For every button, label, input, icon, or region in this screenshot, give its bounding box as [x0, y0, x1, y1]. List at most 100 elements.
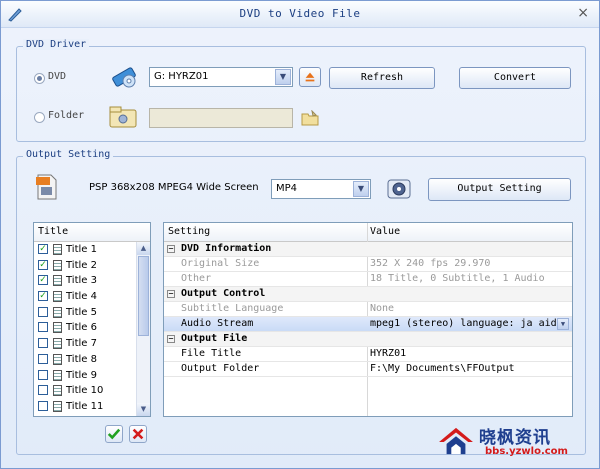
grid-row-output-folder[interactable]: Output Folder F:\My Documents\FFOutput [164, 362, 572, 377]
dvd-radio[interactable] [34, 73, 45, 84]
list-item[interactable]: Title 7 [34, 336, 150, 352]
dvd-driver-legend: DVD Driver [23, 39, 90, 50]
uncheck-all-button[interactable] [129, 425, 147, 443]
checkbox[interactable] [38, 353, 48, 364]
title-doc-icon [53, 369, 62, 381]
grid-category-dvd-information[interactable]: − DVD Information [164, 242, 572, 257]
mp4-file-icon [36, 174, 57, 200]
title-list-scrollbar[interactable]: ▲ ▼ [136, 242, 150, 416]
title-list[interactable]: Title ✓ Title 1 ✓ Title 2 ✓ Title 3 ✓ Title 4 Ti… [33, 222, 151, 417]
grid-row-original-size: Original Size 352 X 240 fps 29.970 [164, 257, 572, 272]
title-doc-icon [53, 353, 62, 365]
list-item[interactable]: Title 9 [34, 368, 150, 384]
scroll-down-icon[interactable]: ▼ [137, 403, 150, 416]
list-item-label: Title 1 [66, 244, 97, 255]
grid-key: Output Folder [181, 363, 260, 374]
dvd-to-video-window: DVD to Video File × DVD Driver DVD G: HY… [0, 0, 600, 469]
folder-radio[interactable] [34, 112, 45, 123]
list-item[interactable]: ✓ Title 4 [34, 289, 150, 305]
collapse-icon[interactable]: − [167, 290, 175, 298]
chevron-down-icon[interactable]: ▼ [353, 181, 369, 197]
list-item[interactable]: Title 10 [34, 383, 150, 399]
folder-path-field[interactable] [149, 108, 293, 128]
collapse-icon[interactable]: − [167, 245, 175, 253]
checkbox[interactable] [38, 369, 48, 380]
title-doc-icon [53, 385, 62, 397]
list-item-label: Title 9 [66, 369, 97, 381]
grid-category-label: Output File [181, 333, 248, 344]
grid-category-output-file[interactable]: − Output File [164, 332, 572, 347]
settings-gear-icon[interactable] [386, 177, 412, 201]
title-doc-icon [53, 259, 62, 271]
checkbox[interactable] [38, 322, 48, 333]
format-select[interactable]: MP4 ▼ [271, 179, 371, 199]
drive-select-value: G: HYRZ01 [154, 71, 209, 82]
title-doc-icon [53, 244, 62, 255]
list-item[interactable]: Title 6 [34, 320, 150, 336]
close-icon[interactable]: × [577, 5, 589, 21]
grid-category-label: DVD Information [181, 243, 272, 254]
grid-category-label: Output Control [181, 288, 266, 299]
grid-row-audio-stream[interactable]: Audio Stream mpeg1 (stereo) language: ja… [164, 317, 572, 343]
title-doc-icon [53, 338, 62, 350]
output-setting-button[interactable]: Output Setting [428, 178, 571, 201]
grid-header: Setting Value [164, 223, 572, 242]
list-item[interactable]: Title 11 [34, 399, 150, 415]
grid-key: Other [181, 273, 212, 284]
list-item-label: Title 10 [66, 385, 104, 397]
refresh-button[interactable]: Refresh [329, 67, 435, 89]
list-item[interactable]: Title 8 [34, 352, 150, 368]
checkbox-checked[interactable]: ✓ [38, 259, 48, 270]
list-item[interactable]: ✓ Title 3 [34, 273, 150, 289]
grid-col-value: Value [370, 226, 401, 237]
grid-row-subtitle-language[interactable]: Subtitle Language None [164, 302, 572, 317]
chevron-down-icon[interactable]: ▼ [275, 69, 291, 85]
list-item-label: Title 5 [66, 306, 97, 318]
list-item-label: Title 11 [66, 400, 104, 412]
collapse-icon[interactable]: − [167, 335, 175, 343]
checkbox-checked[interactable]: ✓ [38, 275, 48, 286]
browse-folder-icon[interactable] [301, 110, 319, 126]
list-item[interactable]: ✓ Title 2 [34, 258, 150, 274]
title-doc-icon [53, 322, 62, 334]
list-item-label: Title 6 [66, 322, 97, 334]
checkbox-checked[interactable]: ✓ [38, 291, 48, 302]
title-doc-icon [53, 306, 62, 318]
output-setting-legend: Output Setting [23, 149, 114, 160]
checkbox-checked[interactable]: ✓ [38, 244, 48, 254]
check-all-button[interactable] [105, 425, 123, 443]
grid-col-setting: Setting [168, 226, 211, 237]
dvd-radio-label: DVD [48, 71, 67, 82]
drive-select[interactable]: G: HYRZ01 ▼ [149, 67, 293, 87]
format-select-value: MP4 [276, 183, 298, 194]
watermark-brand: 晓枫资讯 [479, 428, 551, 448]
scroll-up-icon[interactable]: ▲ [137, 242, 150, 255]
dvd-film-icon [112, 67, 136, 88]
grid-value: None [370, 303, 395, 314]
checkbox[interactable] [38, 400, 48, 411]
list-item[interactable]: Title 5 [34, 305, 150, 321]
profile-label: PSP 368x208 MPEG4 Wide Screen [89, 182, 259, 193]
checkbox[interactable] [38, 385, 48, 396]
grid-row-file-title[interactable]: File Title HYRZ01 [164, 347, 572, 362]
chevron-down-icon[interactable]: ▼ [557, 318, 569, 330]
title-doc-icon [53, 275, 62, 287]
eject-button[interactable] [299, 67, 321, 87]
folder-icon [109, 106, 137, 128]
checkbox[interactable] [38, 306, 48, 317]
grid-key: Original Size [181, 258, 260, 269]
grid-value: HYRZ01 [370, 348, 407, 359]
dvd-driver-group: DVD Driver [16, 39, 586, 142]
grid-value: F:\My Documents\FFOutput [370, 363, 515, 374]
list-item-label: Title 4 [66, 291, 97, 303]
folder-radio-label: Folder [48, 110, 85, 121]
title-list-header: Title [34, 223, 150, 242]
scroll-thumb[interactable] [138, 256, 149, 336]
grid-category-output-control[interactable]: − Output Control [164, 287, 572, 302]
watermark-url: bbs.yzwlo.com [485, 446, 568, 457]
settings-grid[interactable]: Setting Value − DVD Information Original… [163, 222, 573, 417]
checkbox[interactable] [38, 338, 48, 349]
title-bar: DVD to Video File × [1, 1, 599, 28]
convert-button[interactable]: Convert [459, 67, 571, 89]
list-item[interactable]: ✓ Title 1 [34, 242, 150, 258]
